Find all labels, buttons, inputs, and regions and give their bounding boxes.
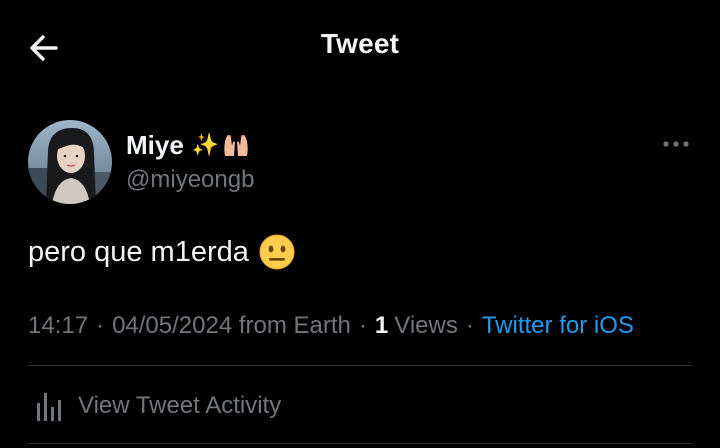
- views-label: Views: [394, 312, 458, 339]
- view-tweet-activity-button[interactable]: View Tweet Activity: [28, 378, 692, 434]
- views-count: 1: [374, 312, 389, 339]
- separator: ·: [358, 312, 367, 339]
- page-title: Tweet: [320, 28, 400, 59]
- divider: [28, 365, 692, 366]
- tweet-meta: 14:17 · 04/05/2024 from Earth · 1 Views …: [28, 312, 634, 340]
- sparkles-emoji: ✨: [191, 132, 220, 158]
- display-name-row[interactable]: Miye ✨: [126, 128, 251, 162]
- separator: ·: [96, 312, 105, 339]
- analytics-bars-icon: [28, 386, 68, 426]
- raising-hands-icon: [221, 130, 251, 160]
- tweet-text: pero que m1erda: [28, 234, 295, 270]
- separator: ·: [465, 312, 474, 339]
- tweet-text-content: pero que m1erda: [28, 235, 249, 268]
- activity-label: View Tweet Activity: [78, 392, 282, 419]
- display-name: Miye: [126, 129, 184, 160]
- neutral-face-icon: [259, 234, 295, 270]
- tweet-date: 04/05/2024 from Earth: [112, 312, 351, 339]
- divider: [28, 443, 692, 444]
- tweet-time: 14:17: [28, 312, 89, 339]
- avatar-image: [28, 120, 112, 204]
- user-handle[interactable]: @miyeongb: [126, 166, 254, 194]
- client-link[interactable]: Twitter for iOS: [482, 312, 634, 340]
- avatar[interactable]: [28, 120, 112, 204]
- top-bar: Tweet: [0, 0, 720, 92]
- more-options-button[interactable]: [660, 136, 692, 152]
- tweet-author: Miye ✨ @miyeongb: [28, 118, 692, 208]
- more-horizontal-icon: [663, 141, 689, 147]
